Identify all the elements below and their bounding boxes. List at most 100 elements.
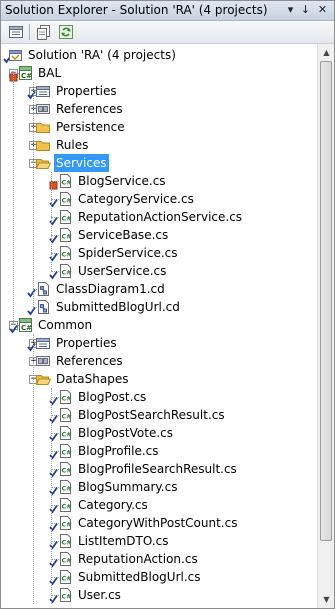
tree-node-label[interactable]: UserService.cs (76, 262, 168, 280)
tree-node[interactable]: C# SpiderService.cs (1, 244, 317, 262)
tree-node[interactable]: C# ReputationActionService.cs (1, 208, 317, 226)
title-bar[interactable]: Solution Explorer - Solution 'RA' (4 pro… (1, 1, 334, 21)
tree-node[interactable]: − Services (1, 154, 317, 172)
tree-node-label[interactable]: SpiderService.cs (76, 244, 180, 262)
tree-node[interactable]: C# BlogSummary.cs (1, 478, 317, 496)
tree-node[interactable]: C# BlogProfile.cs (1, 442, 317, 460)
scroll-down-icon[interactable]: ▼ (318, 591, 334, 608)
tree-node-label[interactable]: CategoryService.cs (76, 190, 196, 208)
properties-icon (9, 26, 23, 38)
close-icon[interactable]: ✕ (316, 3, 329, 17)
tree-node[interactable]: C# SubmittedBlogUrl.cs (1, 568, 317, 586)
tree-node-label[interactable]: DataShapes (54, 370, 130, 388)
tree-node-label[interactable]: SubmittedBlogUrl.cd (54, 298, 182, 316)
tree-node-label[interactable]: BlogPostVote.cs (76, 424, 175, 442)
solution-tree[interactable]: Solution 'RA' (4 projects) − C# BAL + Propert… (1, 44, 317, 608)
tree-node-label[interactable]: BlogProfile.cs (76, 442, 161, 460)
tree-node[interactable]: − C# Common (1, 316, 317, 334)
tree-node-label[interactable]: Properties (54, 82, 119, 100)
csharp-file-icon: C# (57, 245, 73, 261)
svg-text:C#: C# (62, 539, 72, 547)
tree-node[interactable]: Solution 'RA' (4 projects) (1, 46, 317, 64)
tree-node[interactable]: + Rules (1, 136, 317, 154)
tree-node[interactable]: C# UserService.cs (1, 262, 317, 280)
pin-icon[interactable]: ↓ (299, 3, 312, 17)
svg-text:C#: C# (21, 72, 32, 80)
tree-node-label[interactable]: ReputationActionService.cs (76, 208, 244, 226)
csharp-file-icon: C# (57, 263, 73, 279)
tree-node-label[interactable]: User.cs (76, 586, 123, 604)
scroll-thumb[interactable] (320, 61, 332, 541)
tree-node-label[interactable]: ReputationAction.cs (76, 550, 200, 568)
svg-text:C#: C# (62, 503, 72, 511)
svg-text:C#: C# (62, 251, 72, 259)
references-icon (35, 101, 51, 117)
tree-node-label[interactable]: BlogService.cs (76, 172, 168, 190)
tree-node-label[interactable]: Persistence (54, 118, 127, 136)
toolbar (1, 21, 334, 44)
tree-node-label[interactable]: CategoryWithPostCount.cs (76, 514, 239, 532)
tree-node[interactable]: C# BlogPostSearchResult.cs (1, 406, 317, 424)
svg-text:C#: C# (62, 593, 72, 601)
csharp-file-icon: C# (57, 461, 73, 477)
tree-node-label[interactable]: Services (54, 154, 109, 172)
tree-node-label[interactable]: References (54, 100, 125, 118)
class-diagram-icon (35, 281, 51, 297)
tree-node[interactable]: SubmittedBlogUrl.cd (1, 298, 317, 316)
window-menu-icon[interactable]: ▾ (284, 3, 297, 17)
tree-node[interactable]: C# ReputationAction.cs (1, 550, 317, 568)
tree-node-label[interactable]: Rules (54, 136, 90, 154)
tree-node-label[interactable]: Properties (54, 334, 119, 352)
svg-text:C#: C# (62, 521, 72, 529)
svg-text:C#: C# (62, 179, 72, 187)
window-title: Solution Explorer - Solution 'RA' (4 pro… (5, 3, 268, 17)
tree-node-label[interactable]: References (54, 352, 125, 370)
csharp-file-icon: C# (57, 407, 73, 423)
csharp-file-icon: C# (57, 569, 73, 585)
tree-node-label[interactable]: Common (36, 316, 94, 334)
tree-connector (13, 73, 14, 325)
tree-node[interactable]: + References (1, 100, 317, 118)
tree-node-label[interactable]: BAL (36, 64, 63, 82)
class-diagram-icon (35, 299, 51, 315)
tree-node-label[interactable]: ServiceBase.cs (76, 226, 170, 244)
tree-node-label[interactable]: ClassDiagram1.cd (54, 280, 167, 298)
csharp-file-icon: C# (57, 551, 73, 567)
tree-node-label[interactable]: Solution 'RA' (4 projects) (26, 46, 178, 64)
svg-text:C#: C# (62, 269, 72, 277)
tree-node[interactable]: + Properties (1, 82, 317, 100)
show-all-files-button[interactable] (36, 24, 52, 40)
tree-node[interactable]: + References (1, 352, 317, 370)
tree-node[interactable]: C# BlogService.cs (1, 172, 317, 190)
tree-node-label[interactable]: BlogPost.cs (76, 388, 148, 406)
tree-node[interactable]: C# User.cs (1, 586, 317, 604)
folder-icon (35, 137, 51, 153)
tree-node-label[interactable]: BlogProfileSearchResult.cs (76, 460, 239, 478)
refresh-button[interactable] (58, 24, 74, 40)
tree-node[interactable]: C# CategoryWithPostCount.cs (1, 514, 317, 532)
tree-node-label[interactable]: ListItemDTO.cs (76, 532, 171, 550)
tree-node-label[interactable]: SubmittedBlogUrl.cs (76, 568, 203, 586)
toolbar-separator (29, 24, 30, 40)
csharp-file-icon: C# (57, 227, 73, 243)
tree-node[interactable]: C# CategoryService.cs (1, 190, 317, 208)
tree-node[interactable]: C# ServiceBase.cs (1, 226, 317, 244)
tree-node[interactable]: C# ListItemDTO.cs (1, 532, 317, 550)
tree-node[interactable]: C# Category.cs (1, 496, 317, 514)
tree-node[interactable]: ClassDiagram1.cd (1, 280, 317, 298)
tree-node-label[interactable]: BlogSummary.cs (76, 478, 179, 496)
scroll-up-icon[interactable]: ▲ (318, 44, 334, 61)
tree-node[interactable]: C# BlogProfileSearchResult.cs (1, 460, 317, 478)
tree-node[interactable]: + Persistence (1, 118, 317, 136)
tree-node[interactable]: C# BlogPostVote.cs (1, 424, 317, 442)
vertical-scrollbar[interactable]: ▲ ▼ (317, 44, 334, 608)
tree-node[interactable]: + Properties (1, 334, 317, 352)
tree-connector (33, 334, 34, 604)
tree-node[interactable]: C# BlogPost.cs (1, 388, 317, 406)
properties-button[interactable] (8, 24, 24, 40)
tree-node-label[interactable]: Category.cs (76, 496, 150, 514)
csharp-file-icon: C# (57, 173, 73, 189)
tree-node-label[interactable]: BlogPostSearchResult.cs (76, 406, 227, 424)
tree-node[interactable]: − DataShapes (1, 370, 317, 388)
tree-node[interactable]: − C# BAL (1, 64, 317, 82)
